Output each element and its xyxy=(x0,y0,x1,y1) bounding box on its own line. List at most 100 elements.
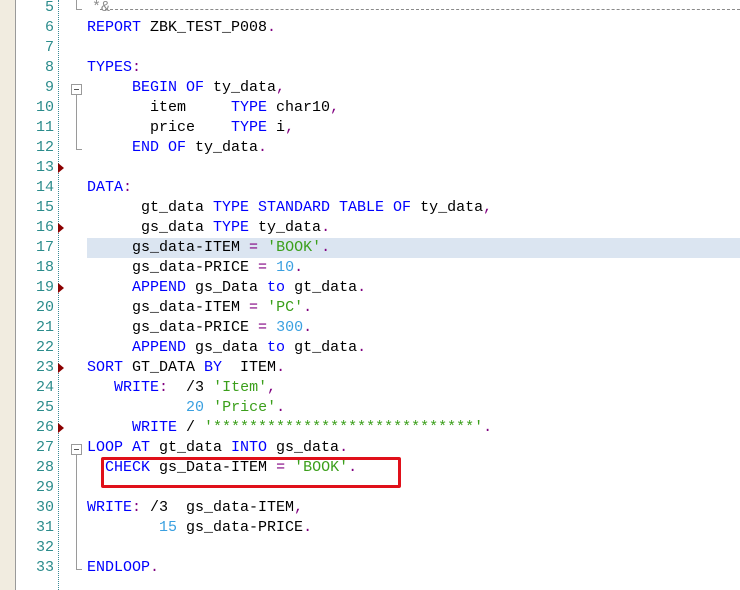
code-line[interactable]: 8 TYPES: xyxy=(0,58,740,78)
fold-guide-end xyxy=(76,9,82,10)
string-token: 'PC' xyxy=(267,299,304,316)
code-text[interactable]: WRITE: /3 gs_data-ITEM, xyxy=(87,498,303,518)
code-line[interactable]: 24 WRITE: /3 'Item', xyxy=(0,378,740,398)
code-text[interactable]: REPORT ZBK_TEST_P008. xyxy=(87,18,276,38)
line-number: 29 xyxy=(35,479,54,496)
code-line[interactable]: 26 WRITE / '****************************… xyxy=(0,418,740,438)
punctuation-token: , xyxy=(483,199,493,216)
line-number: 12 xyxy=(35,139,54,156)
line-number: 5 xyxy=(44,0,54,16)
code-line[interactable]: 33 ENDLOOP. xyxy=(0,558,740,578)
identifier-token xyxy=(87,339,132,356)
line-number: 13 xyxy=(35,159,54,176)
code-text[interactable]: END OF ty_data. xyxy=(87,138,267,158)
keyword-token: to xyxy=(267,339,286,356)
line-number: 18 xyxy=(35,259,54,276)
code-line[interactable]: 10 item TYPE char10, xyxy=(0,98,740,118)
code-text[interactable]: gs_data TYPE ty_data. xyxy=(87,218,330,238)
code-text[interactable]: BEGIN OF ty_data, xyxy=(87,78,285,98)
code-line[interactable]: 32 xyxy=(0,538,740,558)
code-text[interactable]: WRITE: /3 'Item', xyxy=(87,378,276,398)
code-line[interactable]: 15 gt_data TYPE STANDARD TABLE OF ty_dat… xyxy=(0,198,740,218)
code-line[interactable]: 21 gs_data-PRICE = 300. xyxy=(0,318,740,338)
code-line[interactable]: 30 WRITE: /3 gs_data-ITEM, xyxy=(0,498,740,518)
code-line[interactable]: 13 xyxy=(0,158,740,178)
code-text[interactable]: APPEND gs_Data to gt_data. xyxy=(87,278,366,298)
identifier-token: /3 xyxy=(168,379,214,396)
code-line[interactable]: 18 gs_data-PRICE = 10. xyxy=(0,258,740,278)
keyword-token: WRITE xyxy=(114,379,160,396)
code-text[interactable]: 20 'Price'. xyxy=(87,398,285,418)
punctuation-token: . xyxy=(150,559,160,576)
breakpoint-marker-icon[interactable] xyxy=(58,223,64,233)
code-line[interactable]: 9 BEGIN OF ty_data, xyxy=(0,78,740,98)
code-line[interactable]: 27 LOOP AT gt_data INTO gs_data. xyxy=(0,438,740,458)
keyword-token: ENDLOOP xyxy=(87,559,151,576)
line-number: 27 xyxy=(35,439,54,456)
code-line[interactable]: 17 gs_data-ITEM = 'BOOK'. xyxy=(0,238,740,258)
comment-token: *& xyxy=(92,0,111,16)
identifier-token: ITEM xyxy=(222,359,277,376)
identifier-token: /3 gs_data-ITEM xyxy=(141,499,295,516)
breakpoint-marker-icon[interactable] xyxy=(58,163,64,173)
identifier-token xyxy=(87,79,132,96)
code-text[interactable]: gt_data TYPE STANDARD TABLE OF ty_data, xyxy=(87,198,492,218)
keyword-token: WRITE xyxy=(87,499,133,516)
punctuation-token: : xyxy=(159,379,169,396)
punctuation-token: . xyxy=(303,519,313,536)
code-line[interactable]: 14 DATA: xyxy=(0,178,740,198)
code-line[interactable]: 25 20 'Price'. xyxy=(0,398,740,418)
code-text[interactable]: gs_data-ITEM = 'PC'. xyxy=(87,298,312,318)
identifier-token xyxy=(267,259,276,276)
code-line[interactable]: 11 price TYPE i, xyxy=(0,118,740,138)
code-text[interactable]: DATA: xyxy=(87,178,132,198)
code-text[interactable]: TYPES: xyxy=(87,58,141,78)
code-line[interactable]: 6 REPORT ZBK_TEST_P008. xyxy=(0,18,740,38)
fold-toggle-icon[interactable] xyxy=(71,444,82,455)
code-text[interactable]: item TYPE char10, xyxy=(87,98,339,118)
code-text[interactable]: 15 gs_data-PRICE. xyxy=(87,518,312,538)
code-line[interactable]: 22 APPEND gs_data to gt_data. xyxy=(0,338,740,358)
breakpoint-marker-icon[interactable] xyxy=(58,363,64,373)
code-text[interactable]: LOOP AT gt_data INTO gs_data. xyxy=(87,438,348,458)
punctuation-token: = xyxy=(258,319,268,336)
code-text[interactable]: gs_data-PRICE = 10. xyxy=(87,258,303,278)
identifier-token xyxy=(87,139,132,156)
identifier-token: ty_data xyxy=(204,79,277,96)
string-token: 'Price' xyxy=(213,399,277,416)
code-text[interactable]: gs_data-ITEM = 'BOOK'. xyxy=(87,238,330,258)
code-text[interactable]: price TYPE i, xyxy=(87,118,294,138)
line-number: 24 xyxy=(35,379,54,396)
code-line[interactable]: 7 xyxy=(0,38,740,58)
code-text[interactable]: ENDLOOP. xyxy=(87,558,159,578)
keyword-token: BY xyxy=(204,359,223,376)
identifier-token: ty_data xyxy=(249,219,322,236)
identifier-token xyxy=(87,379,114,396)
punctuation-token: . xyxy=(276,399,286,416)
code-text[interactable]: gs_data-PRICE = 300. xyxy=(87,318,312,338)
line-number: 14 xyxy=(35,179,54,196)
breakpoint-marker-icon[interactable] xyxy=(58,423,64,433)
code-line[interactable]: 31 15 gs_data-PRICE. xyxy=(0,518,740,538)
code-line[interactable]: 5 *& xyxy=(0,0,740,18)
keyword-token: WRITE xyxy=(132,419,178,436)
code-text[interactable]: SORT GT_DATA BY ITEM. xyxy=(87,358,285,378)
line-number: 21 xyxy=(35,319,54,336)
line-number: 8 xyxy=(44,59,54,76)
punctuation-token: . xyxy=(339,439,349,456)
identifier-token: gt_data xyxy=(285,339,358,356)
identifier-token: gs_data xyxy=(186,339,268,356)
fold-toggle-icon[interactable] xyxy=(71,84,82,95)
code-line[interactable]: 16 gs_data TYPE ty_data. xyxy=(0,218,740,238)
fold-guide-end xyxy=(76,569,82,570)
breakpoint-marker-icon[interactable] xyxy=(58,283,64,293)
code-line[interactable]: 19 APPEND gs_Data to gt_data. xyxy=(0,278,740,298)
identifier-token xyxy=(204,399,213,416)
code-text[interactable]: *& xyxy=(92,0,110,18)
code-text[interactable]: WRITE / '*****************************'. xyxy=(87,418,492,438)
punctuation-token: . xyxy=(303,299,313,316)
code-line[interactable]: 20 gs_data-ITEM = 'PC'. xyxy=(0,298,740,318)
code-text[interactable]: APPEND gs_data to gt_data. xyxy=(87,338,366,358)
code-line[interactable]: 23 SORT GT_DATA BY ITEM. xyxy=(0,358,740,378)
code-line[interactable]: 12 END OF ty_data. xyxy=(0,138,740,158)
